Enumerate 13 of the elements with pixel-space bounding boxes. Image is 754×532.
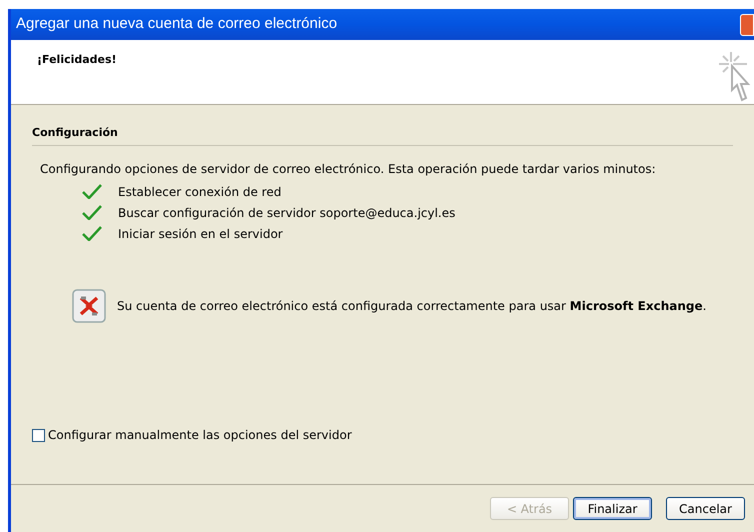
close-icon[interactable] (740, 14, 754, 36)
step-label: Iniciar sesión en el servidor (118, 226, 283, 242)
dialog-button[interactable]: Finalizar (573, 497, 652, 520)
checkbox-label[interactable]: Configurar manualmente las opciones del servidor (48, 426, 352, 444)
step-label: Buscar configuración de servidor soporte@educa.jcyl.es (118, 204, 456, 222)
intro-text: Configurando opciones de servidor de correo electrónico. Esta operación puede tardar varios minutos: (40, 161, 657, 178)
dialog-button[interactable]: Cancelar (666, 497, 745, 520)
section-title: Configuración (32, 125, 119, 139)
result-message: Su cuenta de correo electrónico está configurada correctamente para usar Microsoft Exchange. (117, 298, 706, 315)
step-label: Establecer conexión de red (118, 184, 282, 200)
manual-config-checkbox[interactable] (32, 428, 45, 442)
window-title: Agregar una nueva cuenta de correo electrónico (16, 14, 338, 34)
header-title: ¡Felicidades! (37, 52, 117, 66)
